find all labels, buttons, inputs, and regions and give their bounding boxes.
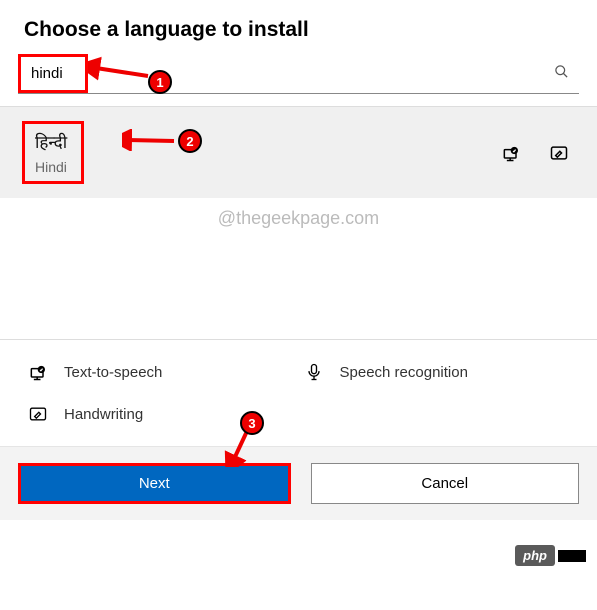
- capabilities-legend: Text-to-speech Speech recognition Handwr…: [0, 339, 597, 446]
- search-row: [18, 54, 579, 94]
- page-title: Choose a language to install: [24, 18, 573, 42]
- capability-icons: [501, 143, 569, 163]
- annotation-frame-2: हिन्दी Hindi: [22, 121, 84, 184]
- watermark-text: @thegeekpage.com: [0, 198, 597, 289]
- php-tag: php: [515, 545, 555, 566]
- legend-handwriting: Handwriting: [28, 404, 294, 424]
- legend-tts: Text-to-speech: [28, 362, 294, 382]
- language-result-row[interactable]: हिन्दी Hindi 2: [0, 107, 597, 198]
- search-container: 1: [0, 54, 597, 106]
- legend-speech: Speech recognition: [304, 362, 570, 382]
- php-box: [557, 549, 587, 563]
- php-watermark: php: [515, 545, 587, 566]
- dialog-footer: Next Cancel 3: [0, 446, 597, 520]
- search-input[interactable]: [21, 57, 85, 90]
- language-english-name: Hindi: [35, 159, 67, 175]
- annotation-arrow-2: [122, 129, 182, 151]
- handwriting-capability-icon: [549, 143, 569, 163]
- language-native-name: हिन्दी: [35, 130, 67, 153]
- annotation-frame-3: Next: [18, 463, 291, 504]
- dialog-header: Choose a language to install: [0, 0, 597, 54]
- legend-handwriting-label: Handwriting: [64, 406, 143, 423]
- next-button[interactable]: Next: [21, 466, 288, 501]
- tts-icon: [28, 362, 48, 382]
- search-icon[interactable]: [554, 64, 569, 84]
- spacer: [0, 289, 597, 339]
- legend-tts-label: Text-to-speech: [64, 364, 162, 381]
- cancel-button[interactable]: Cancel: [311, 463, 580, 504]
- annotation-badge-2: 2: [178, 129, 202, 153]
- annotation-frame-1: [18, 54, 88, 93]
- handwriting-icon: [28, 404, 48, 424]
- legend-speech-label: Speech recognition: [340, 364, 468, 381]
- microphone-icon: [304, 362, 324, 382]
- tts-capability-icon: [501, 143, 521, 163]
